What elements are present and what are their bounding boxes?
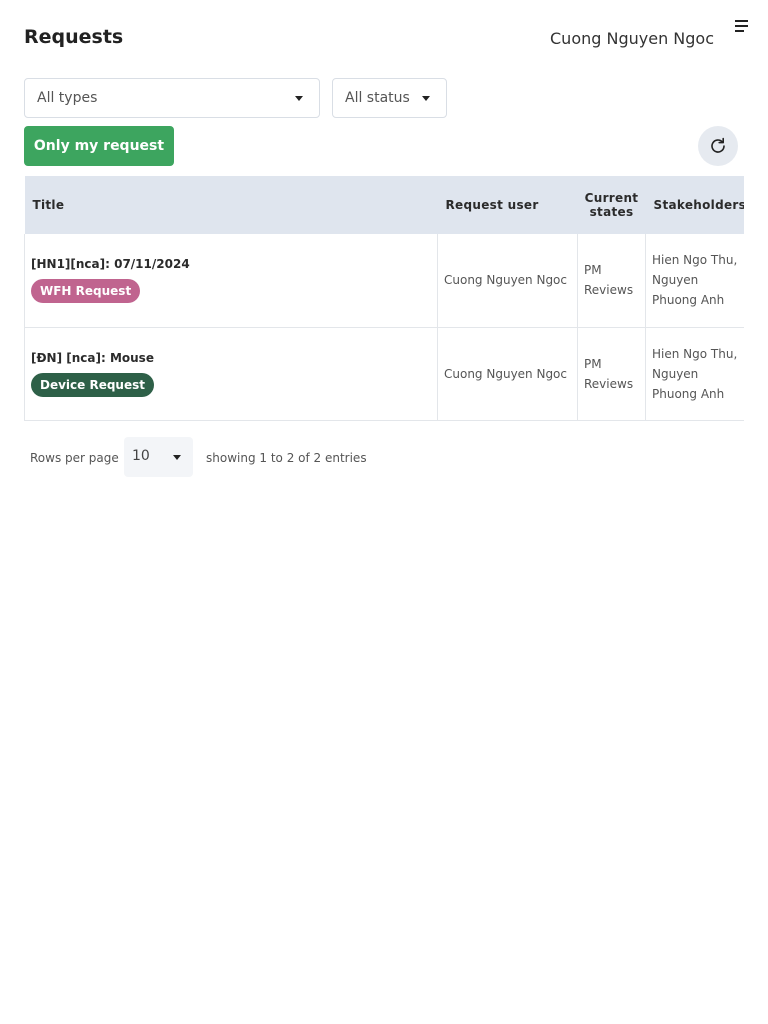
only-my-request-button[interactable]: Only my request [24, 126, 174, 166]
page-title: Requests [24, 26, 124, 48]
rows-per-page-value: 10 [132, 448, 150, 464]
pagination-bar: Rows per page 10 showing 1 to 2 of 2 ent… [24, 437, 424, 477]
type-filter-value: All types [37, 90, 98, 106]
table-row[interactable]: [ĐN] [nca]: Mouse Device Request Cuong N… [24, 327, 744, 420]
rows-per-page-label: Rows per page [30, 451, 119, 465]
table-header-row: Title Request user Current states Stakeh… [24, 176, 745, 234]
status-filter-select[interactable]: All status [332, 78, 447, 118]
user-name[interactable]: Cuong Nguyen Ngoc [550, 29, 714, 48]
table-row[interactable]: [HN1][nca]: 07/11/2024 WFH Request Cuong… [24, 234, 744, 327]
hamburger-menu-icon [735, 20, 748, 32]
caret-down-icon [295, 96, 303, 101]
stakeholders-cell: Hien Ngo Thu, Nguyen Phuong Anh [645, 327, 744, 420]
request-type-badge: WFH Request [31, 279, 141, 304]
refresh-icon [711, 137, 725, 153]
caret-down-icon [173, 455, 181, 460]
status-filter-value: All status [345, 90, 410, 106]
request-title[interactable]: [ĐN] [nca]: Mouse [31, 351, 431, 365]
requests-table: Title Request user Current states Stakeh… [24, 176, 744, 421]
type-filter-select[interactable]: All types [24, 78, 320, 118]
column-header-current-states[interactable]: Current states [578, 176, 646, 234]
request-type-badge: Device Request [31, 372, 154, 397]
title-cell: [ĐN] [nca]: Mouse Device Request [24, 327, 438, 420]
caret-down-icon [422, 96, 430, 101]
menu-button[interactable] [732, 16, 752, 36]
stakeholders-cell: Hien Ngo Thu, Nguyen Phuong Anh [645, 234, 744, 327]
column-header-title[interactable]: Title [25, 176, 438, 234]
request-user-cell: Cuong Nguyen Ngoc [437, 327, 578, 420]
request-title[interactable]: [HN1][nca]: 07/11/2024 [31, 257, 431, 271]
header: Requests Cuong Nguyen Ngoc [0, 0, 768, 70]
entries-summary: showing 1 to 2 of 2 entries [206, 451, 367, 465]
refresh-button[interactable] [698, 126, 738, 166]
title-cell: [HN1][nca]: 07/11/2024 WFH Request [24, 234, 438, 327]
current-state-cell: PM Reviews [577, 234, 646, 327]
current-state-cell: PM Reviews [577, 327, 646, 420]
column-header-stakeholders[interactable]: Stakeholders [646, 176, 745, 234]
rows-per-page-select[interactable]: 10 [124, 437, 193, 477]
column-header-request-user[interactable]: Request user [438, 176, 578, 234]
request-user-cell: Cuong Nguyen Ngoc [437, 234, 578, 327]
